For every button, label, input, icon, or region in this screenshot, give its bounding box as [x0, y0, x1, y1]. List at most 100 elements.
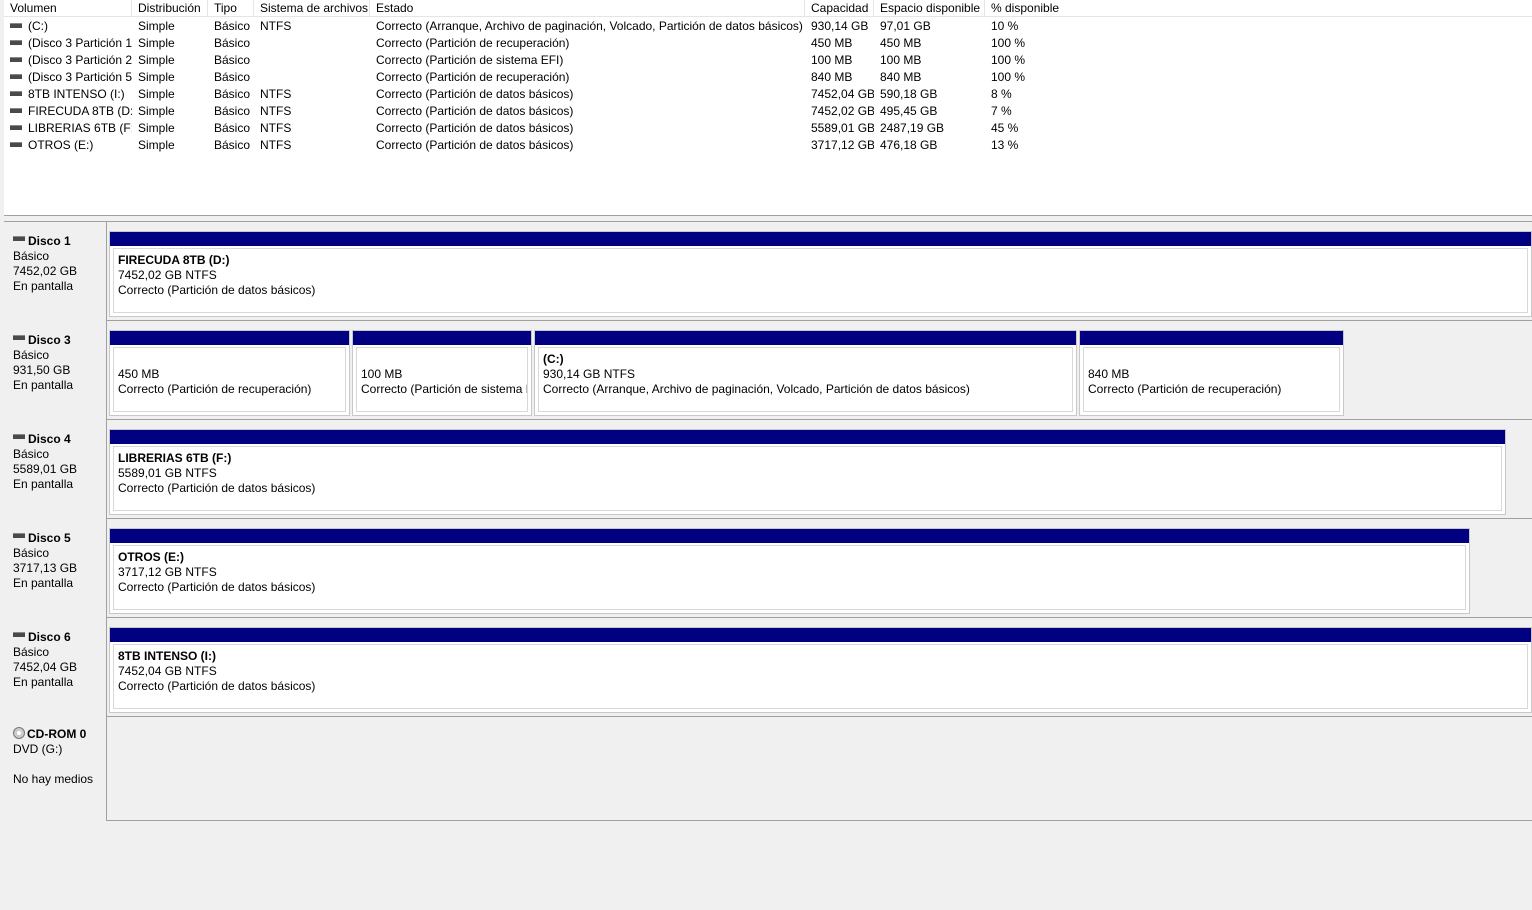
partition-block[interactable]: 8TB INTENSO (I:) 7452,04 GB NTFS Correcto …	[109, 627, 1532, 713]
volume-cell-layout: Simple	[138, 86, 208, 103]
volume-cell-status: Correcto (Partición de sistema EFI)	[376, 52, 805, 69]
volume-row[interactable]: 8TB INTENSO (I:) Simple Básico NTFS Correcto…	[4, 86, 1532, 103]
disk-size: 7452,04 GB	[13, 660, 78, 674]
volume-cell-fs	[260, 52, 370, 69]
partition-header-bar	[110, 430, 1505, 444]
cdrom-info[interactable]: CD-ROM 0 DVD (G:) No hay medios	[4, 717, 107, 821]
partition-block[interactable]: LIBRERIAS 6TB (F:) 5589,01 GB NTFS Correct…	[109, 429, 1506, 515]
volume-cell-pct: 8 %	[991, 86, 1091, 103]
cdrom-media: No hay medios	[13, 772, 94, 786]
partition-block[interactable]: 100 MB Correcto (Partición de sistema E	[352, 330, 532, 416]
volume-cell-fs: NTFS	[260, 86, 370, 103]
volume-cell-free: 476,18 GB	[880, 137, 985, 154]
disk-kind: Básico	[13, 348, 50, 362]
partition-title: LIBRERIAS 6TB (F:)	[118, 451, 232, 465]
volume-free: 97,01 GB	[880, 19, 931, 33]
volume-cell-status: Correcto (Partición de datos básicos)	[376, 103, 805, 120]
volume-cell-name: (Disco 3 Partición 1)	[10, 35, 132, 52]
volume-cell-type: Básico	[214, 52, 254, 69]
column-percent-free[interactable]: % disponible	[985, 0, 1105, 17]
disk-size: 5589,01 GB	[13, 462, 78, 476]
volume-cell-status: Correcto (Partición de datos básicos)	[376, 137, 805, 154]
volume-cell-free: 100 MB	[880, 52, 985, 69]
volume-type: Básico	[214, 104, 251, 118]
disk-row: Disco 1 Básico 7452,02 GB En pantalla FIRECU…	[4, 222, 1532, 321]
disk-info[interactable]: Disco 1 Básico 7452,02 GB En pantalla	[4, 222, 107, 321]
column-layout[interactable]: Distribución	[132, 0, 208, 17]
volume-cell-free: 495,45 GB	[880, 103, 985, 120]
volume-layout: Simple	[138, 70, 175, 84]
volume-cell-status: Correcto (Partición de datos básicos)	[376, 86, 805, 103]
partition-area: 8TB INTENSO (I:) 7452,04 GB NTFS Correcto …	[107, 618, 1532, 717]
partition-details: 450 MB Correcto (Partición de recuperació…	[113, 347, 346, 412]
column-status[interactable]: Estado	[370, 0, 805, 17]
disk-info[interactable]: Disco 3 Básico 931,50 GB En pantalla	[4, 321, 107, 420]
column-free-space[interactable]: Espacio disponible	[874, 0, 985, 17]
volume-capacity: 7452,04 GB	[811, 87, 874, 101]
volume-cell-fs: NTFS	[260, 18, 370, 35]
column-filesystem[interactable]: Sistema de archivos	[254, 0, 370, 17]
partition-size: 3717,12 GB NTFS	[118, 565, 217, 579]
partition-header-bar	[535, 331, 1076, 345]
volume-status: Correcto (Partición de datos básicos)	[376, 87, 574, 101]
partition-details: OTROS (E:) 3717,12 GB NTFS Correcto (Parti…	[113, 545, 1466, 610]
volume-cell-free: 97,01 GB	[880, 18, 985, 35]
volume-type: Básico	[214, 87, 251, 101]
volume-cell-pct: 10 %	[991, 18, 1091, 35]
volume-pct: 100 %	[991, 70, 1026, 84]
volume-cell-name: (Disco 3 Partición 5)	[10, 69, 132, 86]
volume-cell-type: Básico	[214, 18, 254, 35]
drive-icon	[10, 125, 22, 131]
partition-block[interactable]: OTROS (E:) 3717,12 GB NTFS Correcto (Parti…	[109, 528, 1470, 614]
volume-row[interactable]: (C:) Simple Básico NTFS Correcto (Arranque, …	[4, 18, 1532, 35]
volume-row[interactable]: FIRECUDA 8TB (D:) Simple Básico NTFS Correct…	[4, 103, 1532, 120]
volume-row[interactable]: OTROS (E:) Simple Básico NTFS Correcto (Part…	[4, 137, 1532, 154]
volume-cell-layout: Simple	[138, 35, 208, 52]
volume-status: Correcto (Partición de datos básicos)	[376, 138, 574, 152]
disk-state: En pantalla	[13, 576, 74, 590]
volume-fs: NTFS	[260, 19, 292, 33]
disk-row: Disco 3 Básico 931,50 GB En pantalla 450 MB C…	[4, 321, 1532, 420]
volume-cell-pct: 45 %	[991, 120, 1091, 137]
volume-row[interactable]: LIBRERIAS 6TB (F:) Simple Básico NTFS Correc…	[4, 120, 1532, 137]
partition-details: 840 MB Correcto (Partición de recuperació…	[1083, 347, 1340, 412]
partition-size: 7452,04 GB NTFS	[118, 664, 217, 678]
volume-pct: 8 %	[991, 87, 1012, 101]
partition-area: 450 MB Correcto (Partición de recuperació…	[107, 321, 1349, 420]
partition-block[interactable]: (C:) 930,14 GB NTFS Correcto (Arranque, Ar…	[534, 330, 1077, 416]
volume-cell-capacity: 5589,01 GB	[811, 120, 874, 137]
hard-disk-icon	[13, 632, 25, 638]
volume-cell-fs: NTFS	[260, 137, 370, 154]
column-volume[interactable]: Volumen	[4, 0, 132, 17]
volume-cell-capacity: 7452,04 GB	[811, 86, 874, 103]
column-type[interactable]: Tipo	[208, 0, 254, 17]
volume-row[interactable]: (Disco 3 Partición 2) Simple Básico Correct…	[4, 52, 1532, 69]
disk-management-window: Volumen Distribución Tipo Sistema de arc…	[0, 0, 1532, 910]
partition-block[interactable]: 450 MB Correcto (Partición de recuperació…	[109, 330, 350, 416]
disk-name: Disco 6	[28, 630, 71, 644]
volume-type: Básico	[214, 19, 251, 33]
disk-kind: Básico	[13, 249, 50, 263]
volume-cell-capacity: 840 MB	[811, 69, 874, 86]
column-capacity[interactable]: Capacidad	[805, 0, 874, 17]
volume-capacity: 840 MB	[811, 70, 853, 84]
disk-info[interactable]: Disco 4 Básico 5589,01 GB En pantalla	[4, 420, 107, 519]
disk-info[interactable]: Disco 6 Básico 7452,04 GB En pantalla	[4, 618, 107, 717]
partition-block[interactable]: 840 MB Correcto (Partición de recuperació…	[1079, 330, 1344, 416]
volume-name: (C:)	[28, 19, 48, 33]
volume-capacity: 3717,12 GB	[811, 138, 874, 152]
volume-free: 840 MB	[880, 70, 922, 84]
volume-fs: NTFS	[260, 138, 292, 152]
volume-cell-name: (Disco 3 Partición 2)	[10, 52, 132, 69]
volume-row[interactable]: (Disco 3 Partición 1) Simple Básico Correct…	[4, 35, 1532, 52]
volume-row[interactable]: (Disco 3 Partición 5) Simple Básico Correct…	[4, 69, 1532, 86]
volume-cell-layout: Simple	[138, 103, 208, 120]
volume-free: 2487,19 GB	[880, 121, 945, 135]
volume-cell-pct: 13 %	[991, 137, 1091, 154]
disk-info[interactable]: Disco 5 Básico 3717,13 GB En pantalla	[4, 519, 107, 618]
volume-free: 495,45 GB	[880, 104, 938, 118]
partition-title: FIRECUDA 8TB (D:)	[118, 253, 230, 267]
volume-cell-pct: 100 %	[991, 35, 1091, 52]
volume-list: Volumen Distribución Tipo Sistema de arc…	[4, 0, 1532, 216]
partition-block[interactable]: FIRECUDA 8TB (D:) 7452,02 GB NTFS Correcto…	[109, 231, 1532, 317]
